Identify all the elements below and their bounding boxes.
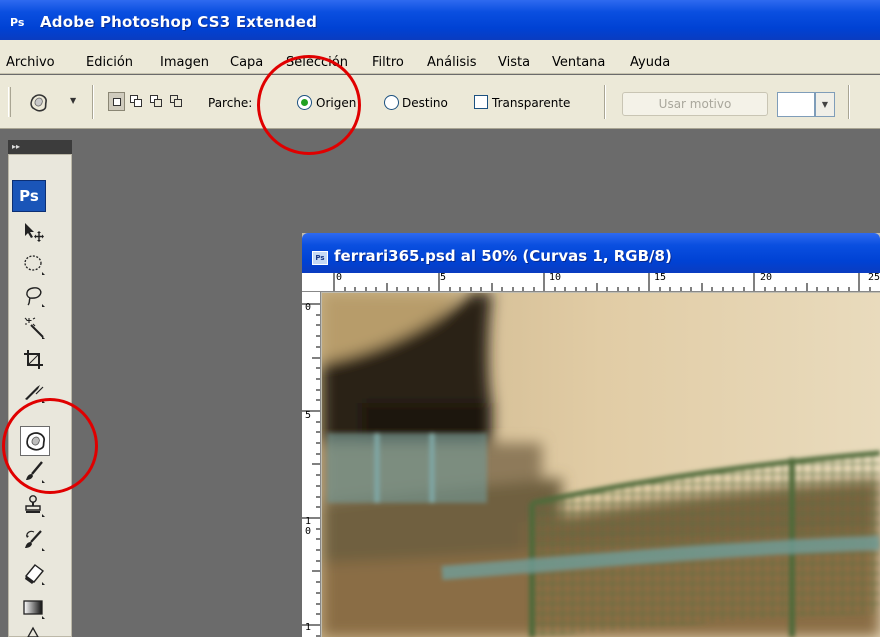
menu-ventana[interactable]: Ventana [552, 55, 605, 70]
menu-ayuda[interactable]: Ayuda [630, 55, 670, 70]
add-to-selection-button[interactable] [128, 92, 145, 111]
chevron-down-icon[interactable]: ▼ [815, 92, 835, 117]
photoshop-file-icon: Ps [312, 251, 328, 265]
pattern-swatch[interactable] [777, 92, 815, 117]
ruler-label: 1 0 [305, 516, 312, 537]
separator [92, 85, 94, 119]
menu-filtro[interactable]: Filtro [372, 55, 404, 70]
clone-stamp-button[interactable] [22, 494, 46, 518]
brush-icon [26, 461, 45, 483]
toolbox-collapse-handle[interactable]: ▸▸ [8, 140, 72, 154]
slice-icon [25, 385, 45, 403]
ruler-ticks [302, 303, 320, 637]
blur-icon [27, 626, 39, 637]
horizontal-ruler[interactable]: 0 5 10 15 20 25 [302, 273, 880, 292]
document-title-bar[interactable]: Ps ferrari365.psd al 50% (Curvas 1, RGB/… [302, 233, 880, 273]
menu-capa[interactable]: Capa [230, 55, 263, 70]
stamp-icon [25, 495, 45, 517]
history-brush-icon [25, 530, 45, 551]
slice-button[interactable] [22, 380, 46, 404]
ruler-label: 0 [305, 302, 312, 313]
separator [848, 85, 850, 119]
ruler-label: 5 [440, 273, 447, 283]
patch-tool-icon [26, 432, 45, 451]
lasso-icon [26, 287, 45, 307]
magic-wand-icon [24, 317, 45, 339]
crop-button[interactable] [22, 348, 46, 372]
menu-analisis[interactable]: Análisis [427, 55, 476, 70]
move-tool-icon [25, 223, 44, 242]
menu-edicion[interactable]: Edición [86, 55, 133, 70]
subtract-from-selection-button[interactable] [148, 92, 165, 111]
image-canvas[interactable] [322, 293, 880, 637]
origin-radio[interactable] [297, 95, 312, 110]
toolbox: ▸▸ Ps [0, 130, 80, 637]
ruler-label: 20 [760, 273, 773, 283]
menu-archivo[interactable]: Archivo [6, 55, 55, 70]
menu-vista[interactable]: Vista [498, 55, 530, 70]
ruler-label: 0 [336, 273, 343, 283]
transparent-checkbox[interactable] [474, 95, 488, 109]
magic-wand-button[interactable] [22, 316, 46, 340]
crop-icon [24, 350, 43, 369]
document-window: Ps ferrari365.psd al 50% (Curvas 1, RGB/… [302, 233, 880, 637]
lasso-button[interactable] [22, 284, 46, 308]
document-title: ferrari365.psd al 50% (Curvas 1, RGB/8) [334, 247, 672, 265]
title-bar: Ps Adobe Photoshop CS3 Extended [0, 0, 880, 40]
gradient-icon [23, 600, 45, 619]
ruler-label: 15 [654, 273, 667, 283]
separator [604, 85, 606, 119]
eraser-button[interactable] [22, 562, 46, 586]
menu-bar: Archivo Edición Imagen Capa Selección Fi… [0, 40, 880, 74]
photoshop-badge[interactable]: Ps [12, 180, 46, 212]
patch-label: Parche: [208, 96, 253, 110]
ferrari-photo [322, 293, 880, 637]
new-selection-button[interactable] [108, 92, 125, 111]
options-bar: ▼ Parche: Origen Destino Transparente Us… [0, 75, 880, 129]
gradient-button[interactable] [22, 596, 46, 620]
use-pattern-button[interactable]: Usar motivo [622, 92, 768, 116]
eraser-icon [24, 564, 45, 585]
photoshop-logo: Ps [10, 16, 25, 29]
chevron-down-icon[interactable]: ▼ [70, 96, 76, 105]
ruler-label: 10 [549, 273, 562, 283]
ruler-label: 25 [868, 273, 880, 283]
destination-radio[interactable] [384, 95, 399, 110]
options-bar-grip[interactable] [8, 87, 11, 117]
destination-label[interactable]: Destino [402, 96, 448, 110]
app-title: Adobe Photoshop CS3 Extended [40, 13, 318, 31]
elliptical-marquee-button[interactable] [22, 252, 46, 276]
move-tool-button[interactable] [22, 220, 46, 244]
ruler-label: 1 [305, 622, 312, 633]
tool-preset-picker[interactable] [28, 92, 50, 114]
origin-label[interactable]: Origen [316, 96, 356, 110]
menu-seleccion[interactable]: Selección [286, 55, 348, 70]
menu-imagen[interactable]: Imagen [160, 55, 209, 70]
history-brush-button[interactable] [22, 528, 46, 552]
patch-tool-button[interactable] [20, 426, 50, 456]
elliptical-marquee-icon [24, 255, 45, 275]
brush-button[interactable] [22, 460, 46, 484]
intersect-selection-button[interactable] [168, 92, 185, 111]
ruler-ticks [333, 273, 871, 291]
ruler-label: 5 [305, 410, 312, 421]
blur-button[interactable] [22, 626, 46, 637]
vertical-ruler[interactable]: 0 5 1 0 1 [302, 292, 321, 637]
patch-tool-icon [30, 94, 47, 112]
transparent-label[interactable]: Transparente [492, 96, 570, 110]
